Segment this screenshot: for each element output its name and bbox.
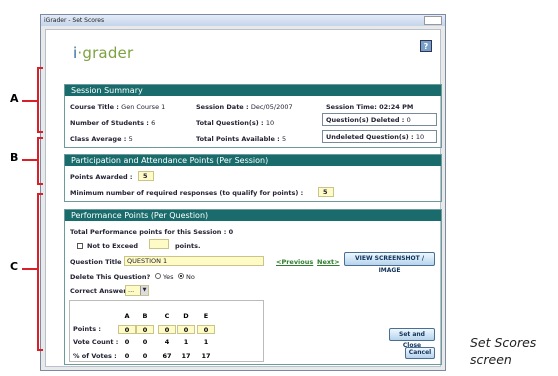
delete-yes-radio[interactable] xyxy=(155,273,161,279)
client-area: i·grader ? Session Summary Course Title … xyxy=(45,29,442,367)
grid-pct-cell: 67 xyxy=(162,352,172,360)
callout-a-bracket xyxy=(37,67,43,133)
set-scores-window: iGrader - Set Scores i·grader ? Session … xyxy=(40,14,446,371)
chevron-down-icon: ▼ xyxy=(140,286,148,295)
points-row-label: Points : xyxy=(73,325,101,333)
grid-cols-cell: D xyxy=(183,312,189,320)
grid-votes-cell: 0 xyxy=(124,338,130,346)
grid-points-cell[interactable]: 0 xyxy=(118,325,136,334)
total-performance-points: Total Performance points for this Sessio… xyxy=(70,228,234,236)
grid-votes-cell: 1 xyxy=(203,338,209,346)
grid-cols-cell: C xyxy=(164,312,170,320)
grid-pct-cell: 17 xyxy=(201,352,211,360)
figure-caption: Set Scores screen xyxy=(470,335,537,367)
previous-link[interactable]: <Previous xyxy=(276,258,313,266)
grid-pct-cell: 0 xyxy=(124,352,130,360)
window-title: iGrader - Set Scores xyxy=(41,15,445,26)
set-and-close-button[interactable]: Set and Close xyxy=(389,328,435,349)
delete-question-label: Delete This Question? xyxy=(70,273,151,281)
points-awarded-input[interactable]: 5 xyxy=(138,171,154,181)
help-button[interactable]: ? xyxy=(420,40,432,52)
next-link[interactable]: Next> xyxy=(317,258,340,266)
session-date: Session Date : Dec/05/2007 xyxy=(196,103,293,111)
question-title-label: Question Title : xyxy=(70,258,127,266)
grid-votes-cell: 4 xyxy=(164,338,170,346)
igrader-logo: i·grader xyxy=(73,44,134,62)
grid-votes-cell: 1 xyxy=(183,338,189,346)
performance-section: Performance Points (Per Question) Total … xyxy=(64,209,442,365)
question-title-input[interactable]: QUESTION 1 xyxy=(124,256,264,266)
session-summary-section: Session Summary Course Title : Gen Cours… xyxy=(64,84,442,148)
points-word: points. xyxy=(175,242,201,250)
correct-answer-select[interactable]: ... ▼ xyxy=(125,285,149,296)
window-close-button[interactable] xyxy=(424,16,442,25)
pct-votes-label: % of Votes : xyxy=(73,352,117,360)
delete-no-radio[interactable] xyxy=(178,273,184,279)
view-screenshot-button[interactable]: VIEW SCREENSHOT / IMAGE xyxy=(344,252,435,274)
session-summary-header: Session Summary xyxy=(65,85,441,96)
session-time: Session Time: 02:24 PM xyxy=(326,103,414,111)
callout-c-bracket xyxy=(37,193,43,351)
participation-section: Participation and Attendance Points (Per… xyxy=(64,154,442,202)
callout-b-line xyxy=(22,159,38,161)
grid-pct-cell: 17 xyxy=(181,352,191,360)
min-responses-label: Minimum number of required responses (to… xyxy=(70,189,304,197)
callout-c-line xyxy=(22,268,38,270)
grid-points-cell[interactable]: 0 xyxy=(136,325,154,334)
performance-header: Performance Points (Per Question) xyxy=(65,210,441,221)
correct-answer-label: Correct Answer : xyxy=(70,287,132,295)
total-points-available: Total Points Available : 5 xyxy=(196,135,287,143)
course-title: Course Title : Gen Course 1 xyxy=(70,103,166,111)
grid-points-cell[interactable]: 0 xyxy=(158,325,176,334)
grid-cols-cell: B xyxy=(142,312,148,320)
delete-no-label: No xyxy=(186,273,195,281)
grid-points-cell[interactable]: 0 xyxy=(177,325,195,334)
class-average: Class Average : 5 xyxy=(70,135,133,143)
participation-header: Participation and Attendance Points (Per… xyxy=(65,155,441,166)
min-responses-input[interactable]: 5 xyxy=(318,187,334,197)
grid-pct-cell: 0 xyxy=(142,352,148,360)
questions-deleted: Question(s) Deleted : 0 xyxy=(322,113,437,126)
grid-cols-cell: E xyxy=(203,312,209,320)
not-to-exceed-input[interactable] xyxy=(149,239,169,249)
cancel-button[interactable]: Cancel xyxy=(405,347,435,359)
callout-a-line xyxy=(22,100,38,102)
number-of-students: Number of Students : 6 xyxy=(70,119,156,127)
grid-votes-cell: 0 xyxy=(142,338,148,346)
grid-cols-cell: A xyxy=(124,312,130,320)
total-questions: Total Question(s) : 10 xyxy=(196,119,275,127)
not-to-exceed-label: Not to Exceed xyxy=(87,242,139,250)
delete-yes-label: Yes xyxy=(163,273,174,281)
grid-points-cell[interactable]: 0 xyxy=(197,325,215,334)
callout-a: A xyxy=(10,92,19,105)
vote-count-label: Vote Count : xyxy=(73,338,119,346)
points-awarded-label: Points Awarded : xyxy=(70,173,133,181)
not-to-exceed-checkbox[interactable] xyxy=(77,243,83,249)
callout-c: C xyxy=(10,260,19,273)
undeleted-questions: Undeleted Question(s) : 10 xyxy=(322,130,437,143)
callout-b-bracket xyxy=(37,137,43,185)
callout-b: B xyxy=(10,151,19,164)
